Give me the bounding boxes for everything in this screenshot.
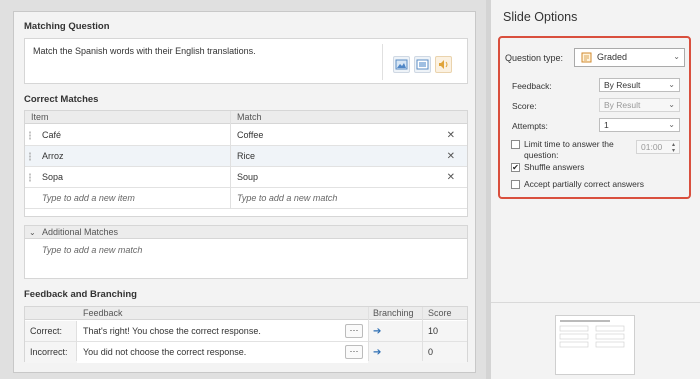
question-text[interactable]: Match the Spanish words with their Engli… — [33, 46, 256, 56]
match-item-cell[interactable]: Arroz — [42, 146, 64, 166]
chevron-down-icon: ⌄ — [668, 80, 675, 89]
delete-row-icon[interactable]: ✕ — [447, 125, 455, 146]
feedback-label: Feedback: — [512, 81, 552, 91]
column-header-feedback: Feedback — [83, 308, 123, 318]
match-item-cell[interactable]: Sopa — [42, 167, 63, 187]
column-divider — [76, 321, 77, 361]
feedback-row-label: Correct: — [30, 326, 63, 336]
shuffle-answers-checkbox[interactable]: ✔ — [511, 163, 520, 172]
match-match-cell[interactable]: Soup — [237, 167, 258, 187]
attempts-label: Attempts: — [512, 121, 548, 131]
chevron-down-icon: ⌄ — [668, 100, 675, 109]
question-type-label: Question type: — [505, 53, 564, 63]
question-options-panel: Question type: Graded ⌄ Feedback: By Res… — [498, 36, 691, 199]
shuffle-answers-label: Shuffle answers — [524, 162, 585, 172]
table-row[interactable]: Sopa Soup ✕ — [25, 167, 467, 188]
feedback-row-label: Incorrect: — [30, 347, 68, 357]
slide-options-title: Slide Options — [503, 10, 578, 24]
additional-matches-title: Additional Matches — [42, 227, 119, 237]
chevron-down-icon: ⌄ — [673, 52, 680, 61]
correct-matches-table: Item Match Café Coffee ✕ Arroz Rice ✕ So… — [24, 110, 468, 217]
feedback-table-header: Feedback Branching Score — [25, 307, 467, 320]
branching-arrow-icon[interactable]: ➔ — [373, 347, 381, 358]
attempts-value: 1 — [604, 120, 609, 130]
additional-match-new-row[interactable]: Type to add a new match — [25, 240, 467, 261]
graded-icon — [581, 52, 592, 63]
column-header-item: Item — [31, 112, 49, 122]
additional-matches-header[interactable]: ⌄ Additional Matches — [25, 226, 467, 239]
feedback-text-cell[interactable]: You did not choose the correct response. — [77, 342, 368, 363]
time-limit-spinner: 01:00 ▴ ▾ — [636, 140, 680, 154]
collapse-chevron-icon[interactable]: ⌄ — [29, 226, 36, 239]
correct-matches-title: Correct Matches — [24, 94, 99, 105]
media-divider — [382, 44, 383, 80]
feedback-row-incorrect[interactable]: Incorrect: You did not choose the correc… — [25, 342, 467, 363]
chevron-down-icon: ⌄ — [668, 120, 675, 129]
new-row[interactable]: Type to add a new item Type to add a new… — [25, 188, 467, 209]
score-label: Score: — [512, 101, 537, 111]
additional-matches-panel: ⌄ Additional Matches Type to add a new m… — [24, 225, 468, 279]
question-editor-pane: Matching Question Match the Spanish word… — [0, 0, 486, 379]
feedback-text-cell[interactable]: That's right! You chose the correct resp… — [77, 321, 368, 341]
feedback-value: By Result — [604, 80, 641, 90]
edit-feedback-button[interactable]: ··· — [345, 345, 363, 359]
slide-thumbnail[interactable] — [555, 315, 635, 375]
drag-handle-icon[interactable] — [29, 152, 31, 161]
column-divider — [230, 111, 231, 209]
drag-handle-icon[interactable] — [29, 173, 31, 182]
score-value: By Result — [604, 100, 641, 110]
spinner-arrows-icon: ▴ ▾ — [671, 142, 675, 154]
insert-picture-icon[interactable] — [393, 56, 410, 73]
slide-options-pane: Slide Options Question type: Graded ⌄ Fe… — [491, 0, 700, 379]
feedback-table: Feedback Branching Score Correct: That's… — [24, 306, 468, 363]
branching-arrow-icon[interactable]: ➔ — [373, 326, 381, 337]
insert-audio-icon[interactable] — [435, 56, 452, 73]
attempts-dropdown[interactable]: 1 ⌄ — [599, 118, 680, 132]
question-type-value: Graded — [597, 52, 628, 62]
column-divider — [368, 307, 369, 361]
match-match-cell[interactable]: Coffee — [237, 125, 263, 145]
new-match-input[interactable]: Type to add a new match — [237, 188, 337, 208]
table-header: Item Match — [25, 111, 467, 124]
partial-credit-checkbox[interactable] — [511, 180, 520, 189]
column-header-score: Score — [428, 308, 452, 318]
column-divider — [422, 307, 423, 361]
time-limit-value: 01:00 — [641, 142, 663, 152]
score-cell[interactable]: 10 — [428, 321, 438, 341]
match-item-cell[interactable]: Café — [42, 125, 61, 145]
edit-feedback-button[interactable]: ··· — [345, 324, 363, 338]
feedback-row-correct[interactable]: Correct: That's right! You chose the cor… — [25, 321, 467, 342]
editor-card: Matching Question Match the Spanish word… — [13, 11, 476, 373]
delete-row-icon[interactable]: ✕ — [447, 146, 455, 167]
drag-handle-icon[interactable] — [29, 131, 31, 140]
new-item-input[interactable]: Type to add a new item — [42, 188, 135, 208]
column-header-branching: Branching — [373, 308, 414, 318]
additional-match-input[interactable]: Type to add a new match — [42, 240, 142, 261]
limit-time-checkbox[interactable] — [511, 140, 520, 149]
feedback-dropdown[interactable]: By Result ⌄ — [599, 78, 680, 92]
matching-question-title: Matching Question — [24, 21, 110, 32]
limit-time-label-line2: question: — [524, 150, 559, 160]
limit-time-label-line1: Limit time to answer the — [524, 139, 614, 149]
question-text-box[interactable]: Match the Spanish words with their Engli… — [24, 38, 468, 84]
match-match-cell[interactable]: Rice — [237, 146, 255, 166]
table-row[interactable]: Arroz Rice ✕ — [25, 146, 467, 167]
question-type-dropdown[interactable]: Graded ⌄ — [574, 48, 685, 67]
column-header-match: Match — [237, 112, 262, 122]
score-cell[interactable]: 0 — [428, 342, 433, 363]
delete-row-icon[interactable]: ✕ — [447, 167, 455, 188]
partial-credit-label: Accept partially correct answers — [524, 179, 644, 189]
score-dropdown: By Result ⌄ — [599, 98, 680, 112]
slide-thumbnail-area — [491, 302, 700, 379]
table-row[interactable]: Café Coffee ✕ — [25, 125, 467, 146]
insert-video-icon[interactable] — [414, 56, 431, 73]
feedback-branching-title: Feedback and Branching — [24, 289, 137, 300]
